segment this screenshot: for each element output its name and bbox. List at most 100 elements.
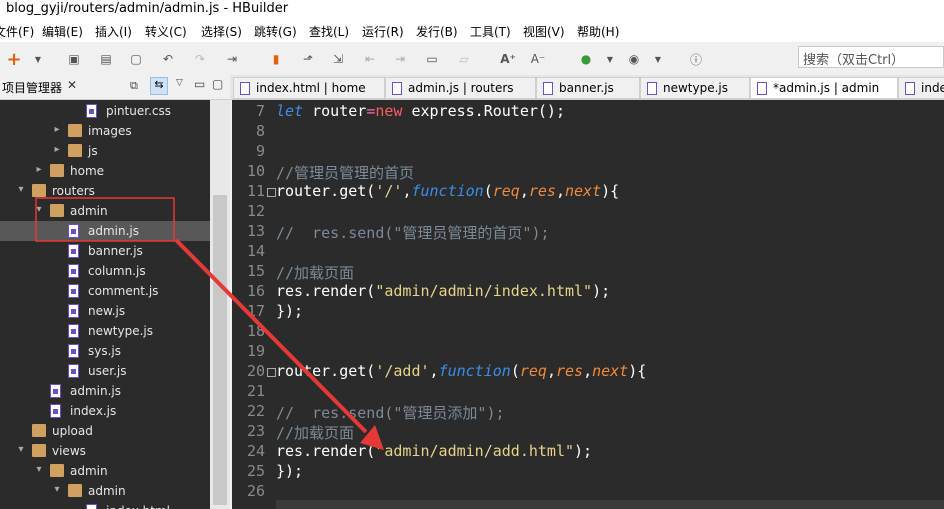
editor-tab[interactable]: index.html | home xyxy=(233,77,385,99)
maximize-icon[interactable]: ▢ xyxy=(212,77,223,91)
editor-tab[interactable]: inde xyxy=(898,77,944,99)
tree-item-label: banner.js xyxy=(88,244,143,258)
font-increase-icon[interactable]: A⁺ xyxy=(500,51,516,67)
redo-icon[interactable]: ↷ xyxy=(192,51,208,67)
menu-item[interactable]: 帮助(H) xyxy=(577,23,619,40)
tree-item[interactable]: ▾ admin xyxy=(0,481,210,501)
link-editor-icon[interactable]: ⇆ xyxy=(150,77,168,95)
folder-icon xyxy=(68,144,82,157)
tree-item[interactable]: sys.js xyxy=(0,341,210,361)
comment-icon[interactable]: ▭ xyxy=(424,51,440,67)
file-icon xyxy=(647,82,657,95)
tree-item[interactable]: admin.js xyxy=(0,381,210,401)
folder-icon xyxy=(50,164,64,177)
menu-item[interactable]: 跳转(G) xyxy=(254,23,297,40)
undo-icon[interactable]: ↶ xyxy=(160,51,176,67)
menu-item[interactable]: 视图(V) xyxy=(523,23,565,40)
tree-item[interactable]: ▾ admin xyxy=(0,461,210,481)
close-icon[interactable]: ✕ xyxy=(67,78,77,92)
window-titlebar: blog_gyji/routers/admin/admin.js - HBuil… xyxy=(0,0,944,20)
format-icon[interactable]: ▱ xyxy=(456,51,472,67)
browser-icon[interactable]: ◉ xyxy=(626,51,642,67)
tree-item[interactable]: ▸ home xyxy=(0,161,210,181)
chevron-right-icon[interactable]: ▸ xyxy=(52,124,62,135)
tree-item[interactable]: upload xyxy=(0,421,210,441)
menu-item[interactable]: 编辑(E) xyxy=(42,23,83,40)
chevron-down-icon[interactable]: ▾ xyxy=(34,464,44,475)
fold-icon[interactable] xyxy=(267,368,276,377)
tree-item[interactable]: index.html xyxy=(0,501,210,509)
editor-tab-label: banner.js xyxy=(559,81,614,95)
search-input[interactable]: 搜索（双击Ctrl） xyxy=(798,46,944,68)
fold-icon[interactable] xyxy=(267,188,276,197)
tree-item-label: new.js xyxy=(88,304,126,318)
menu-item[interactable]: 转义(C) xyxy=(145,23,187,40)
code-line: }); xyxy=(276,302,304,320)
line-number: 20 xyxy=(246,362,265,380)
editor-tab[interactable]: *admin.js | admin xyxy=(750,77,898,99)
minimize-icon[interactable]: ▭ xyxy=(194,77,205,91)
chevron-right-icon[interactable]: ▸ xyxy=(34,164,44,175)
tree-item[interactable]: ▸ images xyxy=(0,121,210,141)
jump-icon[interactable]: ⬏ xyxy=(300,51,316,67)
chevron-down-icon[interactable]: ▼ xyxy=(30,51,46,67)
goto-end-icon[interactable]: ⇥ xyxy=(392,51,408,67)
tree-item[interactable]: index.js xyxy=(0,401,210,421)
editor-tab[interactable]: admin.js | routers xyxy=(385,77,536,99)
code-editor[interactable]: 7 let router=new express.Router(); 8 9 10 //管… xyxy=(232,100,944,509)
save-all-icon[interactable]: ▤ xyxy=(98,51,114,67)
tree-item[interactable]: banner.js xyxy=(0,241,210,261)
font-decrease-icon[interactable]: A⁻ xyxy=(530,51,546,67)
tree-item-label: index.html xyxy=(106,504,170,509)
menu-item[interactable]: 工具(T) xyxy=(470,23,511,40)
goto-start-icon[interactable]: ⇤ xyxy=(362,51,378,67)
menu-item[interactable]: 查找(L) xyxy=(309,23,349,40)
chevron-down-icon[interactable]: ▾ xyxy=(34,204,44,215)
code-line: res.render("admin/admin/add.html"); xyxy=(276,442,593,460)
tree-item[interactable]: newtype.js xyxy=(0,321,210,341)
collapse-icon[interactable]: ⧉ xyxy=(130,79,138,93)
run-icon[interactable]: ● xyxy=(578,51,594,67)
chevron-down-icon[interactable]: ▾ xyxy=(52,484,62,495)
menu-item[interactable]: 插入(I) xyxy=(95,23,132,40)
export-icon[interactable]: ⇲ xyxy=(330,51,346,67)
file-icon xyxy=(50,384,61,398)
menu-item[interactable]: 发行(B) xyxy=(416,23,458,40)
tree-item[interactable]: ▾ views xyxy=(0,441,210,461)
chevron-down-icon[interactable]: ▾ xyxy=(16,184,26,195)
close-file-icon[interactable]: ▢ xyxy=(128,51,144,67)
tree-item-label: js xyxy=(88,144,98,158)
tree-item-label: sys.js xyxy=(88,344,122,358)
tree-item-label: views xyxy=(52,444,86,458)
chevron-down-icon[interactable]: ▽ xyxy=(176,78,183,88)
sidebar-scrollbar[interactable] xyxy=(210,100,230,509)
indent-icon[interactable]: ⇥ xyxy=(224,51,240,67)
info-icon[interactable]: ⓘ xyxy=(688,51,704,67)
menu-item[interactable]: 选择(S) xyxy=(201,23,242,40)
file-icon xyxy=(543,82,553,95)
chevron-down-icon[interactable]: ▼ xyxy=(650,51,666,67)
tree-item[interactable]: pintuer.css xyxy=(0,101,210,121)
folder-icon xyxy=(50,204,64,217)
tree-item[interactable]: comment.js xyxy=(0,281,210,301)
new-file-icon[interactable]: + xyxy=(6,49,22,70)
file-icon xyxy=(68,244,79,258)
tree-item[interactable]: admin.js xyxy=(0,221,210,241)
save-icon[interactable]: ▣ xyxy=(66,51,82,67)
tree-item[interactable]: ▾ admin xyxy=(0,201,210,221)
menu-item[interactable]: 文件(F) xyxy=(0,23,34,40)
tree-item[interactable]: user.js xyxy=(0,361,210,381)
tree-item[interactable]: ▸ js xyxy=(0,141,210,161)
editor-tab[interactable]: banner.js xyxy=(536,77,640,99)
tree-item[interactable]: column.js xyxy=(0,261,210,281)
file-icon xyxy=(68,284,79,298)
chevron-down-icon[interactable]: ▾ xyxy=(16,444,26,455)
editor-tab[interactable]: newtype.js xyxy=(640,77,750,99)
menu-item[interactable]: 运行(R) xyxy=(362,23,404,40)
tree-item[interactable]: new.js xyxy=(0,301,210,321)
tree-item[interactable]: ▾ routers xyxy=(0,181,210,201)
bookmark-icon[interactable]: ▮ xyxy=(268,51,284,67)
chevron-down-icon[interactable]: ▼ xyxy=(602,51,618,67)
scrollbar-thumb[interactable] xyxy=(213,195,227,505)
chevron-right-icon[interactable]: ▸ xyxy=(52,144,62,155)
